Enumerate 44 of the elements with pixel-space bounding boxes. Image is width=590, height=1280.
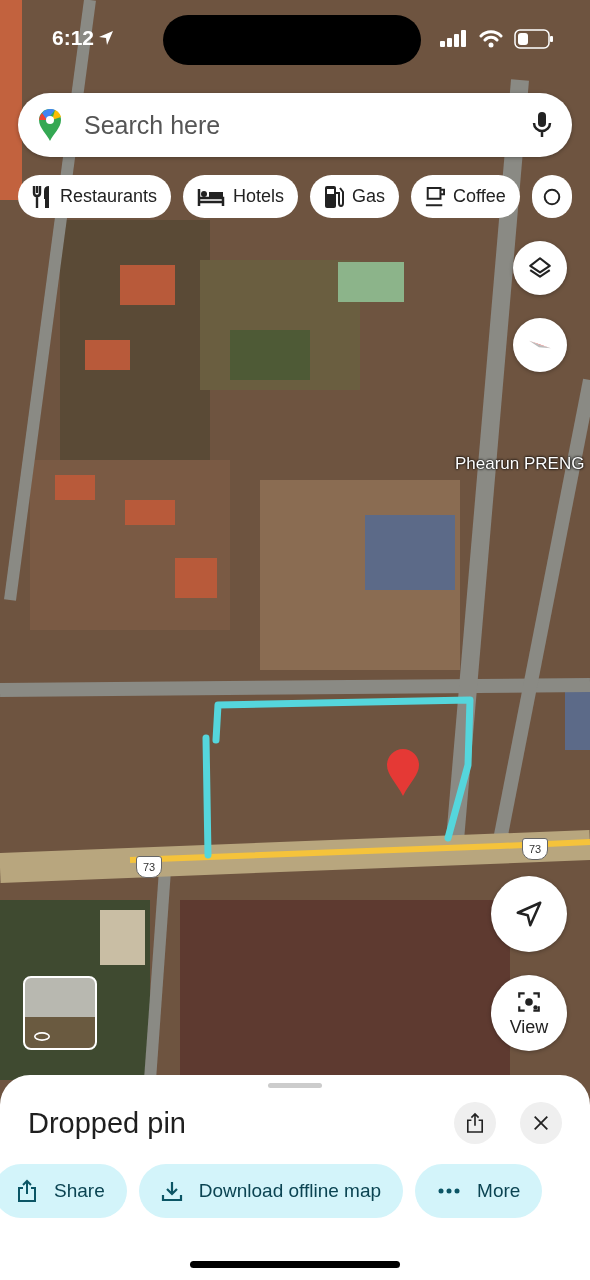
bed-icon (197, 186, 226, 207)
building (565, 690, 590, 750)
drag-handle[interactable] (268, 1083, 322, 1088)
place-label: Phearun PRENG (455, 454, 585, 474)
status-time: 6:12 (52, 26, 95, 50)
navigation-arrow-icon (514, 899, 544, 929)
close-button[interactable] (520, 1102, 562, 1144)
close-icon (532, 1114, 550, 1132)
map-pin-icon (387, 749, 419, 796)
battery-icon (514, 29, 554, 49)
map-pin-logo-icon (38, 108, 62, 142)
rotate-icon (33, 1031, 51, 1042)
location-arrow-icon (98, 30, 115, 46)
more-dots-icon (437, 1187, 462, 1195)
action-chip[interactable]: More (415, 1164, 543, 1218)
pool (338, 262, 404, 302)
street-view-thumbnail[interactable] (23, 976, 97, 1050)
category-chip[interactable]: Coffee (411, 175, 520, 218)
microphone-icon[interactable] (532, 111, 552, 139)
route-shield: 73 (136, 856, 162, 878)
building (120, 265, 175, 305)
signal-icon (440, 30, 468, 48)
building (125, 500, 175, 525)
share-icon (466, 1112, 484, 1134)
share-button[interactable] (454, 1102, 496, 1144)
category-chip[interactable]: Restaurants (18, 175, 172, 218)
building (100, 910, 145, 965)
building (85, 340, 130, 370)
search-input[interactable]: Search here (82, 109, 532, 141)
wifi-icon (479, 30, 503, 48)
action-chip[interactable]: Download offline map (138, 1164, 404, 1218)
action-chip[interactable]: Share (0, 1164, 127, 1218)
fuel-pump-icon (324, 184, 345, 209)
category-chip[interactable]: Hotels (183, 175, 299, 218)
coffee-cup-icon (425, 184, 446, 209)
fork-knife-icon (32, 184, 52, 209)
place-title: Dropped pin (28, 1106, 187, 1140)
download-icon (160, 1179, 183, 1203)
building (175, 558, 217, 598)
route-shield: 73 (522, 838, 548, 860)
layers-icon (527, 255, 553, 281)
building (55, 475, 95, 500)
share-icon (16, 1179, 38, 1203)
search-field[interactable]: Search here (18, 93, 572, 157)
